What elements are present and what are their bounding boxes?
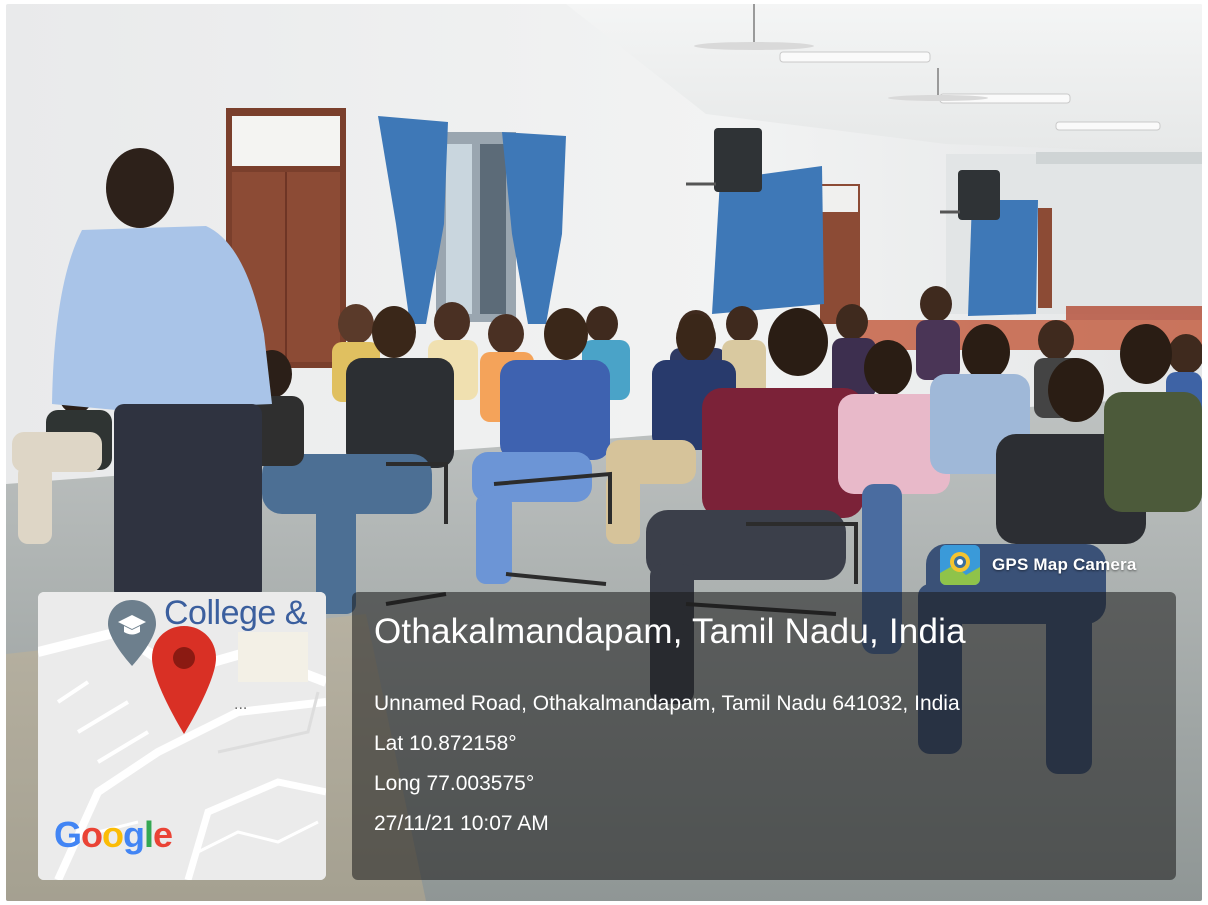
- gps-map-camera-badge: GPS Map Camera: [940, 540, 1137, 590]
- location-info-panel: Othakalmandapam, Tamil Nadu, India Unnam…: [352, 592, 1176, 880]
- place-title: Othakalmandapam, Tamil Nadu, India: [374, 612, 966, 651]
- address-text: Unnamed Road, Othakalmandapam, Tamil Nad…: [374, 692, 960, 715]
- gps-map-camera-app-icon: [940, 545, 980, 585]
- map-ellipsis: ...: [234, 696, 248, 713]
- location-map-thumbnail: College & ... Google: [38, 592, 326, 880]
- latitude-text: Lat 10.872158°: [374, 732, 517, 755]
- longitude-text: Long 77.003575°: [374, 772, 535, 795]
- gps-map-camera-label: GPS Map Camera: [992, 555, 1137, 574]
- timestamp-text: 27/11/21 10:07 AM: [374, 812, 549, 835]
- google-logo: Google: [54, 814, 173, 855]
- map-pin-icon: [152, 626, 216, 734]
- geotagged-photo: GPS Map Camera College & ... Google Otha…: [6, 4, 1202, 901]
